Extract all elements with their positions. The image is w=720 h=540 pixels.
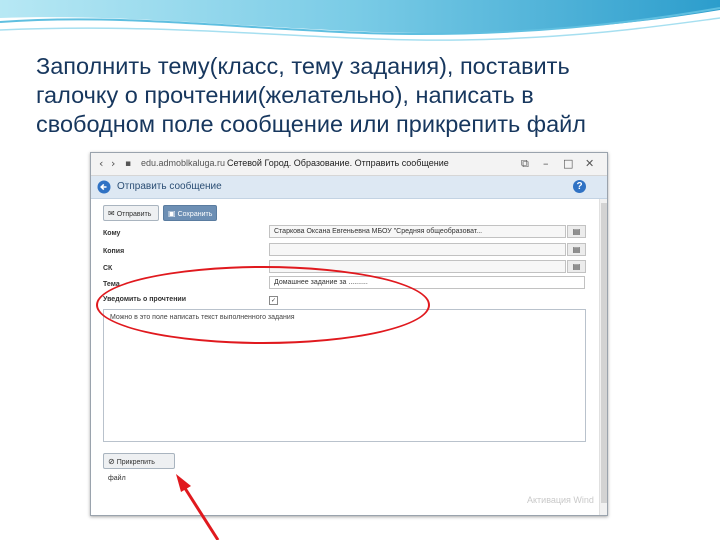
bcc-label: СК — [103, 265, 113, 272]
window-maximize-icon[interactable]: □ — [563, 157, 573, 171]
cc-address-book-icon[interactable]: ▤ — [567, 243, 586, 256]
cc-label: Копия — [103, 248, 125, 255]
browser-url[interactable]: edu.admoblkaluga.ru — [141, 158, 225, 168]
heading-line-2: галочку о прочтении(желательно), написат… — [36, 82, 534, 108]
help-icon[interactable]: ? — [573, 180, 586, 193]
save-button[interactable]: ▣ Сохранить — [163, 205, 217, 221]
send-button[interactable]: ✉ Отправить — [103, 205, 159, 221]
instruction-heading: Заполнить тему(класс, тему задания), пос… — [36, 52, 716, 139]
window-minimize-icon[interactable]: – — [543, 157, 549, 171]
address-book-icon[interactable]: ▤ — [567, 225, 586, 238]
browser-address-bar: ‹ › ▪ edu.admoblkaluga.ru Сетевой Город.… — [91, 153, 607, 176]
dialog-title-bar: Отправить сообщение ? — [91, 176, 607, 199]
to-field[interactable]: Старкова Оксана Евгеньевна МБОУ "Средняя… — [269, 225, 566, 238]
scrollbar-thumb[interactable] — [601, 203, 607, 503]
send-button-label: Отправить — [116, 211, 152, 218]
back-nav-icon[interactable]: ‹ — [99, 157, 103, 171]
attach-file-button[interactable]: ⊘ Прикрепить файл — [103, 453, 175, 482]
bcc-address-book-icon[interactable]: ▤ — [567, 260, 586, 273]
envelope-icon: ✉ — [108, 209, 115, 218]
browser-page-title: Сетевой Город. Образование. Отправить со… — [227, 158, 449, 168]
back-arrow-icon[interactable] — [97, 180, 111, 194]
forward-nav-icon[interactable]: › — [111, 157, 115, 171]
heading-line-3: свободном поле сообщение или прикрепить … — [36, 111, 587, 137]
lock-icon: ▪ — [125, 159, 132, 169]
floppy-disk-icon: ▣ — [168, 209, 176, 218]
decorative-header-waves — [0, 0, 720, 41]
to-label: Кому — [103, 230, 121, 237]
heading-line-1: Заполнить тему(класс, тему задания), пос… — [36, 53, 570, 79]
cc-field[interactable] — [269, 243, 566, 256]
dialog-title: Отправить сообщение — [117, 181, 222, 192]
vertical-scrollbar[interactable] — [599, 199, 607, 515]
activation-watermark: Активация Wind — [527, 495, 594, 505]
save-button-label: Сохранить — [177, 211, 213, 218]
highlight-ellipse — [96, 266, 430, 344]
paperclip-icon: ⊘ — [108, 457, 115, 466]
attach-file-label: Прикрепить файл — [108, 459, 155, 482]
window-close-icon[interactable]: ✕ — [585, 157, 594, 171]
window-restore-icon[interactable]: ⧉ — [521, 157, 529, 171]
